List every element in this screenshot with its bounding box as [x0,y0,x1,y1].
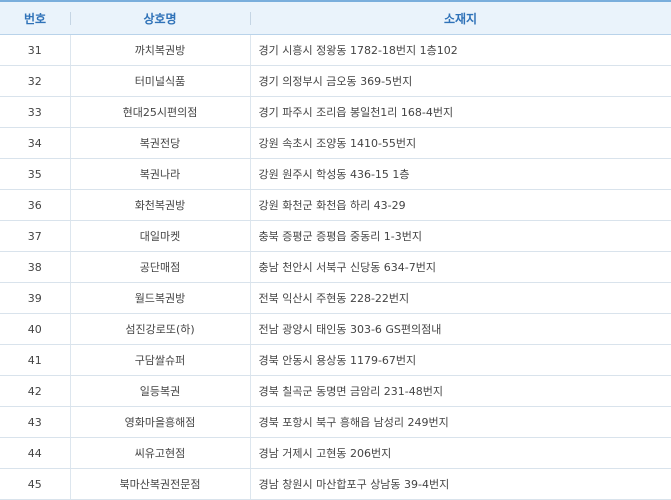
header-address: 소재지 [250,0,671,35]
cell-address: 강원 속초시 조양동 1410-55번지 [250,127,671,159]
cell-number: 36 [0,189,71,221]
cell-store-name: 북마산복권전문점 [70,468,251,500]
table-row: 41 구담쌀슈퍼 경북 안동시 용상동 1179-67번지 [0,344,671,376]
cell-store-name: 영화마을흥해점 [70,406,251,438]
cell-store-name: 화천복권방 [70,189,251,221]
cell-address: 강원 원주시 학성동 436-15 1층 [250,158,671,190]
table-row: 38 공단매점 충남 천안시 서북구 신당동 634-7번지 [0,251,671,283]
cell-number: 33 [0,96,71,128]
header-row: 번호 상호명 소재지 [0,0,671,35]
table-row: 40 섬진강로또(하) 전남 광양시 태인동 303-6 GS편의점내 [0,313,671,345]
cell-number: 44 [0,437,71,469]
cell-address: 강원 화천군 화천읍 하리 43-29 [250,189,671,221]
cell-store-name: 공단매점 [70,251,251,283]
cell-store-name: 섬진강로또(하) [70,313,251,345]
cell-number: 37 [0,220,71,252]
cell-store-name: 현대25시편의점 [70,96,251,128]
header-address-label: 소재지 [443,11,478,26]
cell-store-name: 복권나라 [70,158,251,190]
cell-address: 경남 거제시 고현동 206번지 [250,437,671,469]
table-row: 36 화천복권방 강원 화천군 화천읍 하리 43-29 [0,189,671,221]
cell-address: 경남 창원시 마산합포구 상남동 39-4번지 [250,468,671,500]
cell-number: 34 [0,127,71,159]
cell-address: 경북 안동시 용상동 1179-67번지 [250,344,671,376]
table-header: 번호 상호명 소재지 [0,0,671,35]
cell-store-name: 대일마켓 [70,220,251,252]
cell-address: 충북 증평군 증평읍 중동리 1-3번지 [250,220,671,252]
table-row: 31 까치복권방 경기 시흥시 정왕동 1782-18번지 1층102 [0,34,671,66]
cell-address: 전남 광양시 태인동 303-6 GS편의점내 [250,313,671,345]
table-row: 39 월드복권방 전북 익산시 주현동 228-22번지 [0,282,671,314]
cell-address: 경기 시흥시 정왕동 1782-18번지 1층102 [250,34,671,66]
header-name-label: 상호명 [143,11,177,26]
cell-address: 전북 익산시 주현동 228-22번지 [250,282,671,314]
table-body: 31 까치복권방 경기 시흥시 정왕동 1782-18번지 1층102 32 터미널식품… [0,34,671,500]
cell-address: 충남 천안시 서북구 신당동 634-7번지 [250,251,671,283]
cell-address: 경기 의정부시 금오동 369-5번지 [250,65,671,97]
cell-number: 35 [0,158,71,190]
cell-number: 39 [0,282,71,314]
cell-number: 32 [0,65,71,97]
header-number-label: 번호 [23,11,47,26]
table-row: 32 터미널식품 경기 의정부시 금오동 369-5번지 [0,65,671,97]
table-row: 34 복권전당 강원 속초시 조양동 1410-55번지 [0,127,671,159]
header-separator [250,12,251,25]
header-number: 번호 [0,0,70,35]
table-row: 37 대일마켓 충북 증평군 증평읍 중동리 1-3번지 [0,220,671,252]
cell-store-name: 월드복권방 [70,282,251,314]
cell-store-name: 복권전당 [70,127,251,159]
cell-store-name: 씨유고현점 [70,437,251,469]
cell-number: 31 [0,34,71,66]
header-name: 상호명 [70,0,250,35]
table-row: 44 씨유고현점 경남 거제시 고현동 206번지 [0,437,671,469]
cell-store-name: 터미널식품 [70,65,251,97]
table-row: 45 북마산복권전문점 경남 창원시 마산합포구 상남동 39-4번지 [0,468,671,500]
cell-number: 43 [0,406,71,438]
cell-address: 경북 칠곡군 동명면 금암리 231-48번지 [250,375,671,407]
cell-number: 45 [0,468,71,500]
cell-store-name: 구담쌀슈퍼 [70,344,251,376]
store-list-table: 번호 상호명 소재지 31 까치복권방 경기 시흥시 정왕동 1782-18번지 1… [0,0,671,500]
header-separator [70,12,71,25]
cell-number: 38 [0,251,71,283]
table-row: 33 현대25시편의점 경기 파주시 조리읍 봉일천1리 168-4번지 [0,96,671,128]
cell-store-name: 까치복권방 [70,34,251,66]
cell-store-name: 일등복권 [70,375,251,407]
cell-address: 경기 파주시 조리읍 봉일천1리 168-4번지 [250,96,671,128]
table-row: 42 일등복권 경북 칠곡군 동명면 금암리 231-48번지 [0,375,671,407]
cell-number: 42 [0,375,71,407]
cell-number: 40 [0,313,71,345]
cell-address: 경북 포항시 북구 흥해읍 남성리 249번지 [250,406,671,438]
table-row: 35 복권나라 강원 원주시 학성동 436-15 1층 [0,158,671,190]
cell-number: 41 [0,344,71,376]
table-row: 43 영화마을흥해점 경북 포항시 북구 흥해읍 남성리 249번지 [0,406,671,438]
